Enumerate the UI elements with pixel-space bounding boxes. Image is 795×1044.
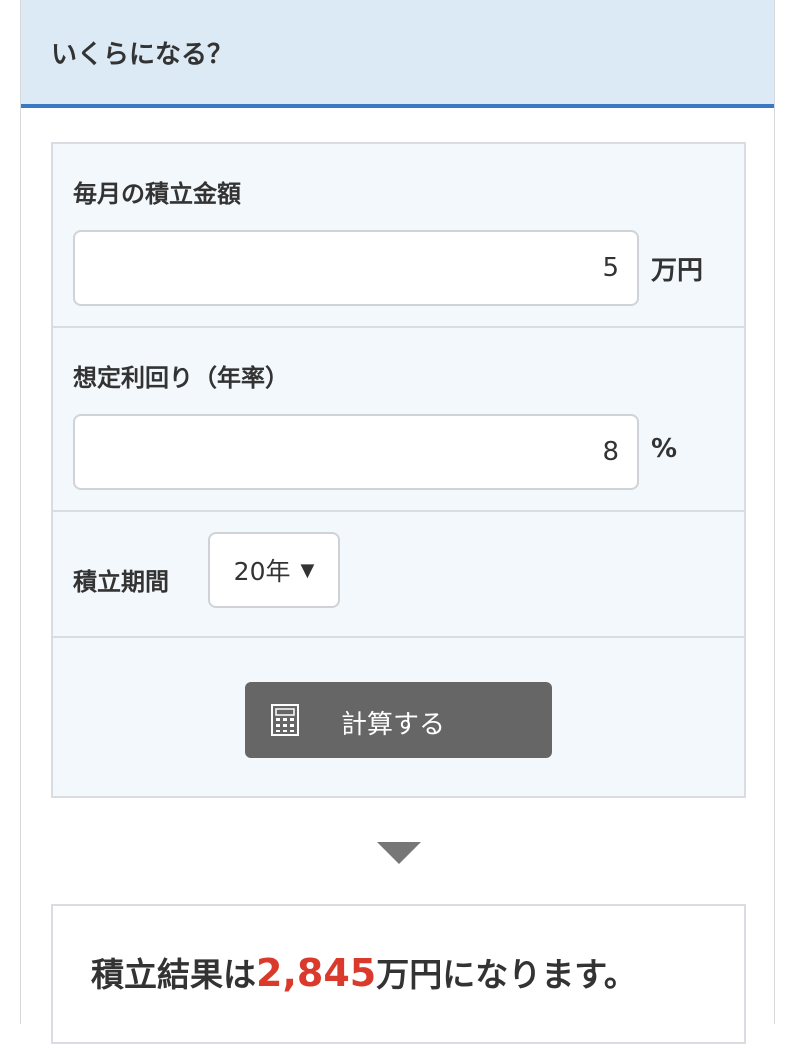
calculator-panel: いくらになる？ 毎月の積立金額 万円 想定利回り（年率） % 積立期間 20年 … — [20, 0, 775, 1044]
down-arrow-icon — [377, 842, 421, 864]
period-select[interactable]: 20年 ▼ — [208, 532, 340, 608]
period-label: 積立期間 — [73, 568, 169, 596]
calculator-form: 毎月の積立金額 万円 想定利回り（年率） % 積立期間 20年 ▼ — [51, 142, 746, 798]
monthly-amount-label: 毎月の積立金額 — [73, 180, 241, 208]
monthly-amount-unit: 万円 — [651, 256, 704, 286]
calculate-button-label: 計算する — [341, 710, 446, 740]
period-section: 積立期間 20年 ▼ — [53, 512, 744, 638]
result-value: 2,845 — [256, 951, 377, 995]
result-suffix: 万円になります。 — [376, 955, 637, 994]
calculate-section: 計算する — [53, 638, 744, 798]
monthly-amount-section: 毎月の積立金額 万円 — [53, 144, 744, 328]
calculator-icon — [271, 704, 299, 743]
result-prefix: 積立結果は — [91, 955, 256, 994]
calculate-button[interactable]: 計算する — [245, 682, 552, 758]
expected-return-input[interactable] — [73, 414, 639, 490]
monthly-amount-input[interactable] — [73, 230, 639, 306]
expected-return-unit: % — [651, 434, 678, 464]
period-selected-value: 20年 — [233, 557, 291, 586]
panel-title: いくらになる？ — [21, 0, 774, 108]
result-text: 積立結果は2,845万円になります。 — [91, 948, 637, 996]
expected-return-section: 想定利回り（年率） % — [53, 328, 744, 512]
result-box: 積立結果は2,845万円になります。 — [51, 904, 746, 1044]
dropdown-arrow-icon: ▼ — [300, 559, 315, 581]
expected-return-label: 想定利回り（年率） — [73, 364, 289, 392]
